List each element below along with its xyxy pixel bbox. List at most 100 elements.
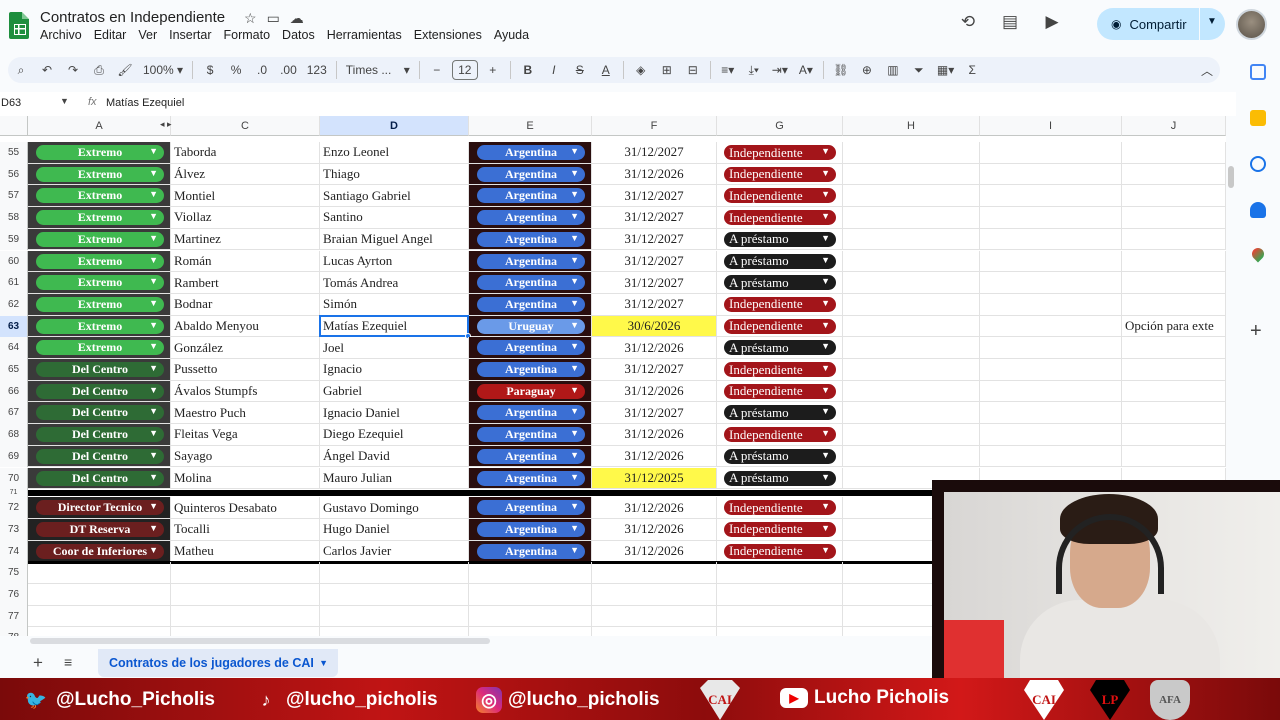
cell-i[interactable]: [980, 293, 1122, 316]
cell-i[interactable]: [980, 315, 1122, 338]
row-header[interactable]: 62: [0, 293, 28, 316]
keep-icon[interactable]: [1250, 110, 1266, 126]
menu-archivo[interactable]: Archivo: [34, 28, 88, 42]
status-chip[interactable]: A préstamo ▼: [724, 275, 836, 291]
nationality-chip[interactable]: Argentina ▼: [477, 210, 585, 226]
fill-color-icon[interactable]: ◈: [630, 58, 652, 82]
nationality-chip[interactable]: Argentina ▼: [477, 166, 585, 182]
nationality-chip[interactable]: Argentina ▼: [477, 427, 585, 443]
position-chip[interactable]: Del Centro ▼: [36, 362, 164, 377]
cell-f[interactable]: 31/12/2027: [592, 142, 717, 164]
cell-c[interactable]: Montiel: [171, 185, 320, 208]
cell-f[interactable]: [592, 562, 717, 584]
cell-d[interactable]: Braian Miguel Angel: [320, 228, 469, 251]
cell-f[interactable]: [592, 605, 717, 628]
cell-h[interactable]: [843, 315, 980, 338]
nationality-chip[interactable]: Argentina ▼: [477, 340, 585, 356]
number-format-button[interactable]: 123: [304, 58, 330, 82]
cell-c[interactable]: Molina: [171, 467, 320, 490]
cell-c[interactable]: Román: [171, 250, 320, 273]
status-chip[interactable]: Independiente ▼: [724, 383, 836, 399]
nationality-chip[interactable]: Argentina ▼: [477, 275, 585, 291]
add-addon-icon[interactable]: +: [1250, 320, 1262, 343]
row-header[interactable]: 73: [0, 518, 28, 541]
cell-d[interactable]: Thiago: [320, 163, 469, 186]
font-size-input[interactable]: 12: [451, 60, 478, 80]
cell-j[interactable]: [1122, 337, 1226, 359]
cell-d[interactable]: Santino: [320, 207, 469, 229]
cell-h[interactable]: [843, 380, 980, 403]
hidden-column-arrows-icon[interactable]: ◂ ▸: [160, 119, 172, 130]
contacts-icon[interactable]: [1250, 202, 1266, 218]
cell-j[interactable]: [1122, 185, 1226, 208]
cell-j[interactable]: [1122, 359, 1226, 381]
cell-d[interactable]: Lucas Ayrton: [320, 250, 469, 273]
row-header[interactable]: 72: [0, 497, 28, 519]
cell-h[interactable]: [843, 424, 980, 446]
cell-c[interactable]: Tocalli: [171, 518, 320, 541]
cell-e[interactable]: [469, 562, 592, 584]
tasks-icon[interactable]: [1250, 156, 1266, 172]
cell-d[interactable]: Enzo Leonel: [320, 142, 469, 164]
cell-f[interactable]: [592, 627, 717, 636]
cell-h[interactable]: [843, 445, 980, 468]
row-header[interactable]: 63: [0, 315, 28, 338]
cell-h[interactable]: [843, 293, 980, 316]
borders-icon[interactable]: ⊞: [656, 58, 678, 82]
nationality-chip[interactable]: Argentina ▼: [477, 521, 585, 537]
text-wrap-icon[interactable]: ⇥▾: [769, 58, 791, 82]
status-chip[interactable]: A préstamo ▼: [724, 405, 836, 421]
position-chip[interactable]: Del Centro ▼: [36, 448, 164, 464]
cell-e[interactable]: [469, 605, 592, 628]
row-header[interactable]: 70: [0, 467, 28, 490]
cell-f[interactable]: 31/12/2026: [592, 424, 717, 446]
cell-i[interactable]: [980, 250, 1122, 273]
cell-a[interactable]: [28, 605, 171, 628]
cell-d[interactable]: [320, 627, 469, 636]
cell-i[interactable]: [980, 185, 1122, 208]
cell-h[interactable]: [843, 337, 980, 359]
cloud-status-icon[interactable]: ☁: [290, 10, 304, 27]
menu-insertar[interactable]: Insertar: [163, 28, 217, 42]
bold-icon[interactable]: B: [517, 58, 539, 82]
position-chip[interactable]: Extremo ▼: [36, 188, 164, 204]
cell-f[interactable]: [592, 584, 717, 606]
cell-f[interactable]: 31/12/2027: [592, 185, 717, 208]
cell-c[interactable]: Maestro Puch: [171, 402, 320, 425]
star-icon[interactable]: ☆: [244, 10, 257, 27]
cell-e[interactable]: [469, 584, 592, 606]
cell-c[interactable]: Álvez: [171, 163, 320, 186]
cell-d[interactable]: Diego Ezequiel: [320, 424, 469, 446]
italic-icon[interactable]: I: [543, 58, 565, 82]
position-chip[interactable]: Extremo ▼: [36, 275, 164, 291]
row-header[interactable]: 75: [0, 562, 28, 584]
cell-h[interactable]: [843, 163, 980, 186]
cell-j[interactable]: [1122, 228, 1226, 251]
cell-c[interactable]: Fleitas Vega: [171, 424, 320, 446]
cell-i[interactable]: [980, 337, 1122, 359]
cell-f[interactable]: 31/12/2027: [592, 228, 717, 251]
column-header-i[interactable]: I: [980, 116, 1122, 136]
cell-h[interactable]: [843, 185, 980, 208]
cell-d[interactable]: Mauro Julian: [320, 467, 469, 490]
cell-c[interactable]: Pussetto: [171, 359, 320, 381]
sheet-tab-contratos[interactable]: Contratos de los jugadores de CAI ▼: [98, 649, 338, 677]
cell-a[interactable]: [28, 584, 171, 606]
nationality-chip[interactable]: Argentina ▼: [477, 470, 585, 486]
comments-icon[interactable]: ▤: [1000, 12, 1020, 32]
cell-j[interactable]: [1122, 380, 1226, 403]
menu-herramientas[interactable]: Herramientas: [321, 28, 408, 42]
cell-c[interactable]: Ávalos Stumpfs: [171, 380, 320, 403]
position-chip[interactable]: Extremo ▼: [36, 210, 164, 226]
menu-ver[interactable]: Ver: [132, 28, 163, 42]
cell-h[interactable]: [843, 228, 980, 251]
cell-d[interactable]: [320, 562, 469, 584]
cell-c[interactable]: Abaldo Menyou: [171, 315, 320, 338]
maps-icon[interactable]: [1249, 245, 1267, 263]
horizontal-scrollbar[interactable]: [30, 638, 490, 644]
zoom-select[interactable]: 100% ▾: [140, 58, 186, 82]
status-chip[interactable]: A préstamo ▼: [724, 340, 836, 356]
cell-h[interactable]: [843, 402, 980, 425]
formula-input[interactable]: Matías Ezequiel: [106, 97, 184, 109]
status-chip[interactable]: Independiente ▼: [724, 362, 836, 377]
